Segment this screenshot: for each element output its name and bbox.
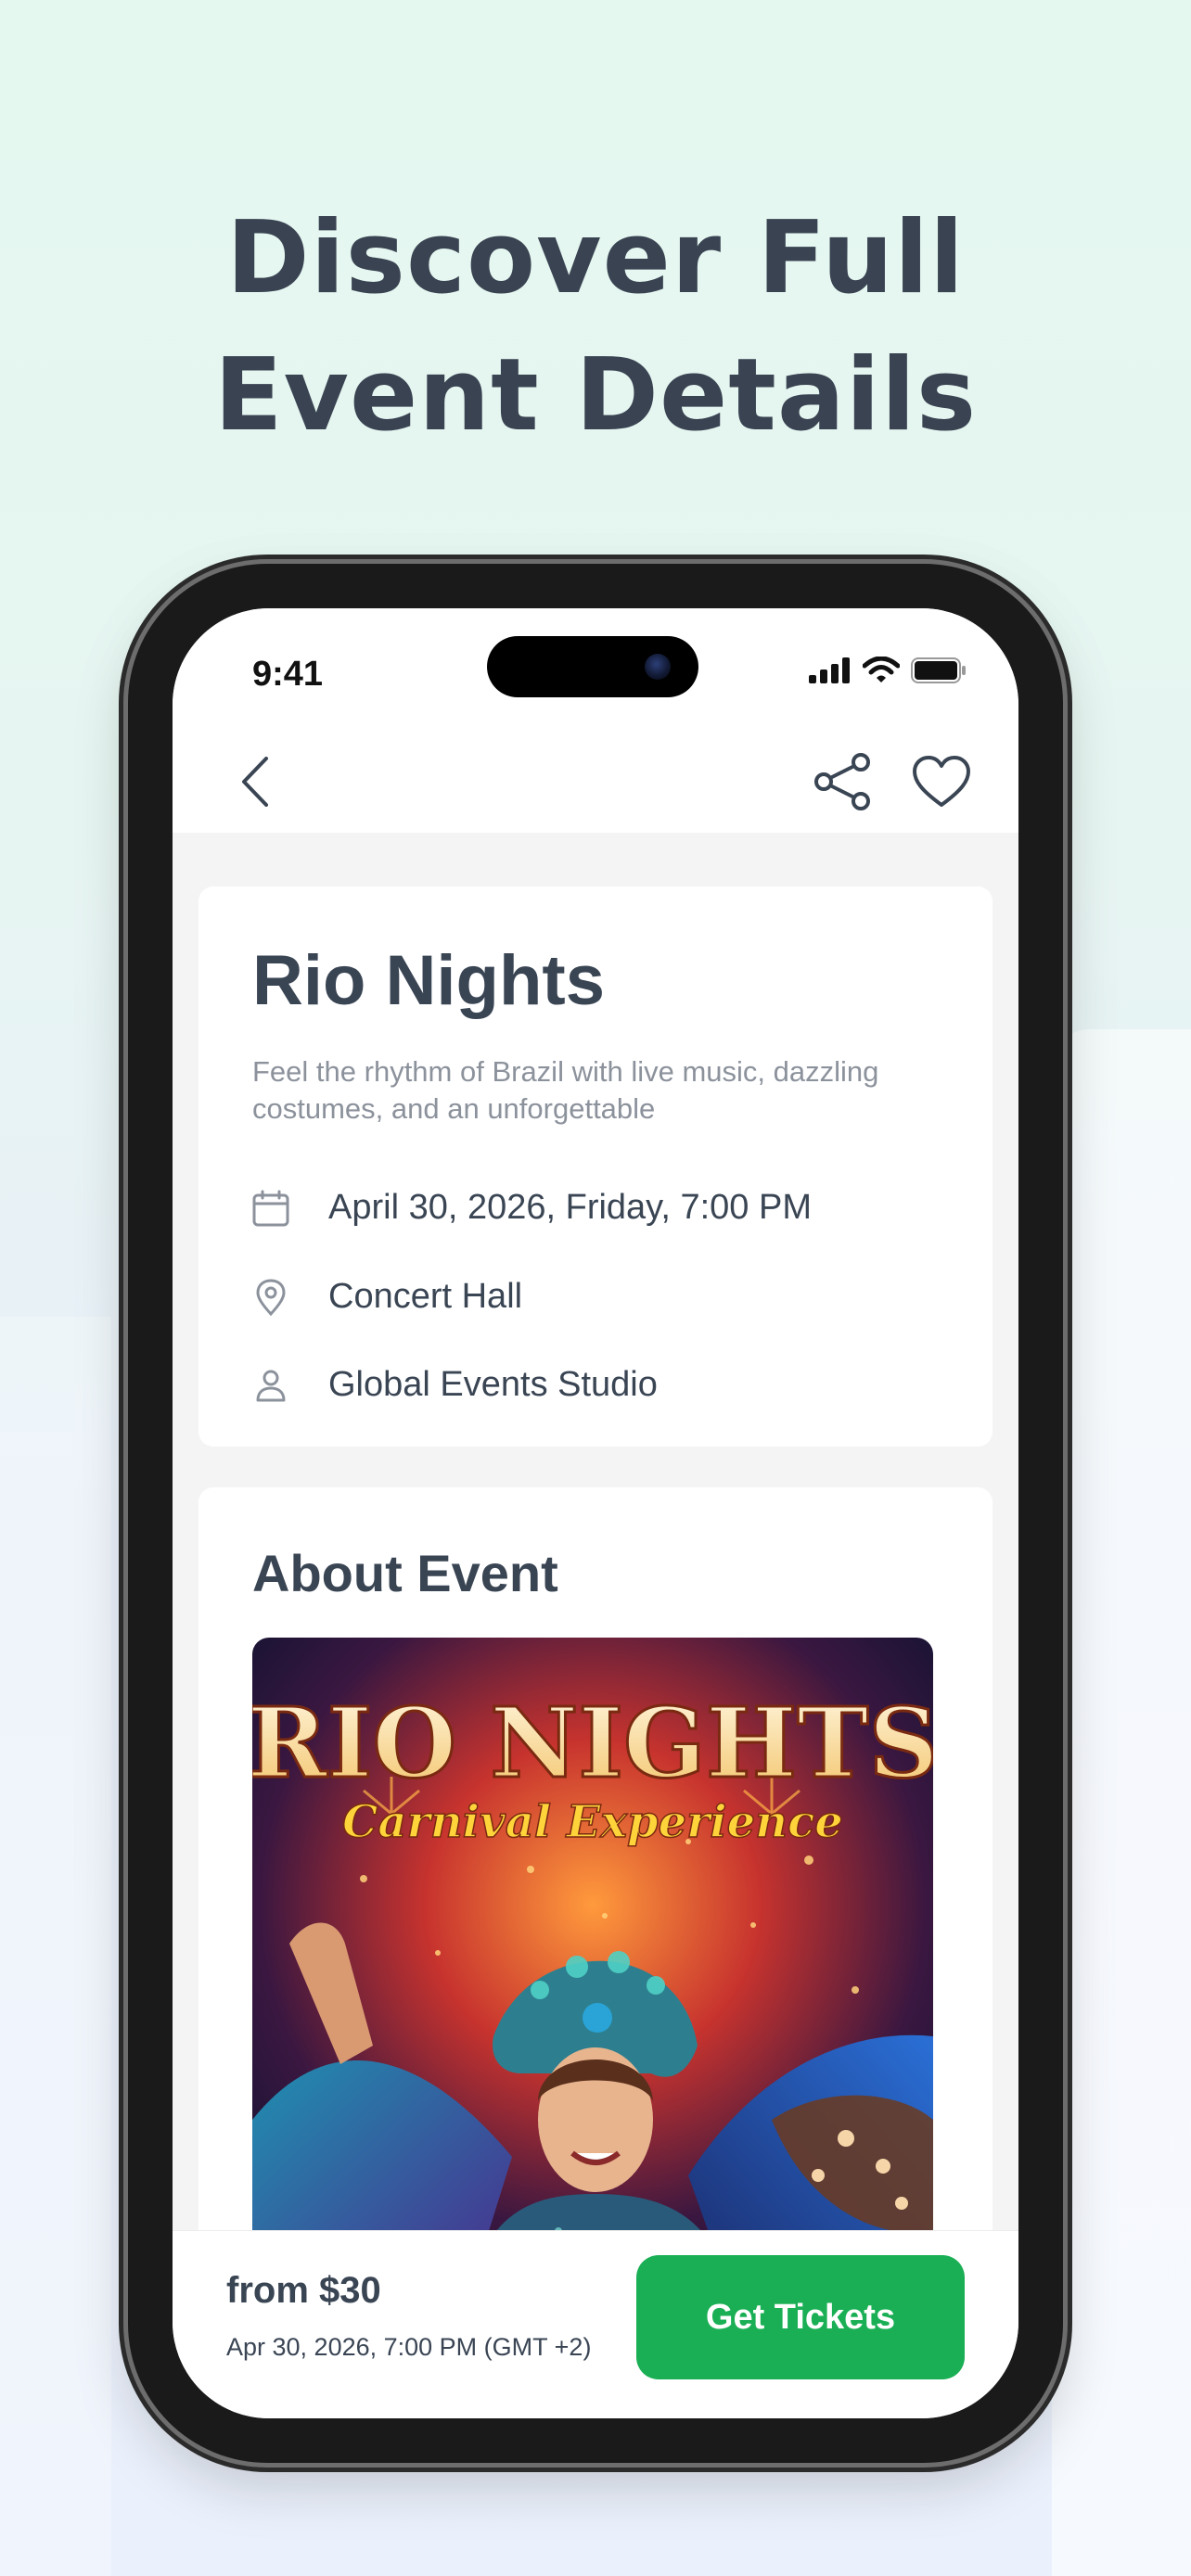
wifi-icon xyxy=(863,657,900,682)
event-poster-image: RIO NIGHTS Carnival Experience xyxy=(252,1638,933,2305)
share-button[interactable] xyxy=(809,747,877,816)
heart-icon xyxy=(913,756,970,807)
status-icons xyxy=(809,657,967,684)
back-button[interactable] xyxy=(221,747,289,816)
event-organizer: Global Events Studio xyxy=(328,1365,658,1404)
background-decoration xyxy=(0,1317,111,2576)
about-event-card: About Event RIO NIGHTS Carnival Experien… xyxy=(198,1487,992,2322)
share-icon xyxy=(814,753,870,810)
favorite-button[interactable] xyxy=(907,747,976,816)
person-icon xyxy=(256,1370,286,1401)
background-decoration xyxy=(1052,1029,1191,2576)
signal-icon xyxy=(809,657,850,683)
event-date-row: April 30, 2026, Friday, 7:00 PM xyxy=(252,1188,812,1228)
poster-subtitle: Carnival Experience xyxy=(342,1796,843,1848)
headline-line-1: Discover Full xyxy=(226,200,965,316)
purchase-bar: from $30 Apr 30, 2026, 7:00 PM (GMT +2) … xyxy=(173,2230,1018,2418)
event-venue-row: Concert Hall xyxy=(252,1277,522,1317)
event-content: Rio Nights Feel the rhythm of Brazil wit… xyxy=(173,833,1018,2418)
ticket-price: from $30 xyxy=(226,2270,381,2311)
navigation-bar xyxy=(173,729,1018,833)
camera-icon xyxy=(645,654,671,680)
poster-title: RIO NIGHTS xyxy=(252,1686,933,1800)
about-event-title: About Event xyxy=(252,1544,558,1602)
event-date: April 30, 2026, Friday, 7:00 PM xyxy=(328,1188,812,1227)
get-tickets-button[interactable]: Get Tickets xyxy=(636,2255,965,2379)
location-pin-icon xyxy=(256,1278,286,1316)
headline-line-2: Event Details xyxy=(213,338,978,453)
chevron-left-icon xyxy=(242,757,268,807)
status-bar: 9:41 xyxy=(173,608,1018,729)
phone-frame: 9:41 Rio Nights Feel the rhythm of Brazi… xyxy=(128,564,1063,2463)
headline: Discover Full Event Details xyxy=(0,190,1191,465)
event-venue: Concert Hall xyxy=(328,1277,523,1316)
phone-screen: 9:41 Rio Nights Feel the rhythm of Brazi… xyxy=(173,608,1018,2418)
battery-icon xyxy=(911,657,966,683)
status-time: 9:41 xyxy=(252,655,324,694)
event-organizer-row: Global Events Studio xyxy=(252,1365,658,1405)
calendar-icon xyxy=(252,1190,289,1226)
dynamic-island xyxy=(487,636,698,697)
event-description: Feel the rhythm of Brazil with live musi… xyxy=(252,1055,879,1125)
purchase-date: Apr 30, 2026, 7:00 PM (GMT +2) xyxy=(226,2333,592,2361)
event-info-card: Rio Nights Feel the rhythm of Brazil wit… xyxy=(198,886,992,1447)
event-title: Rio Nights xyxy=(252,941,605,1020)
